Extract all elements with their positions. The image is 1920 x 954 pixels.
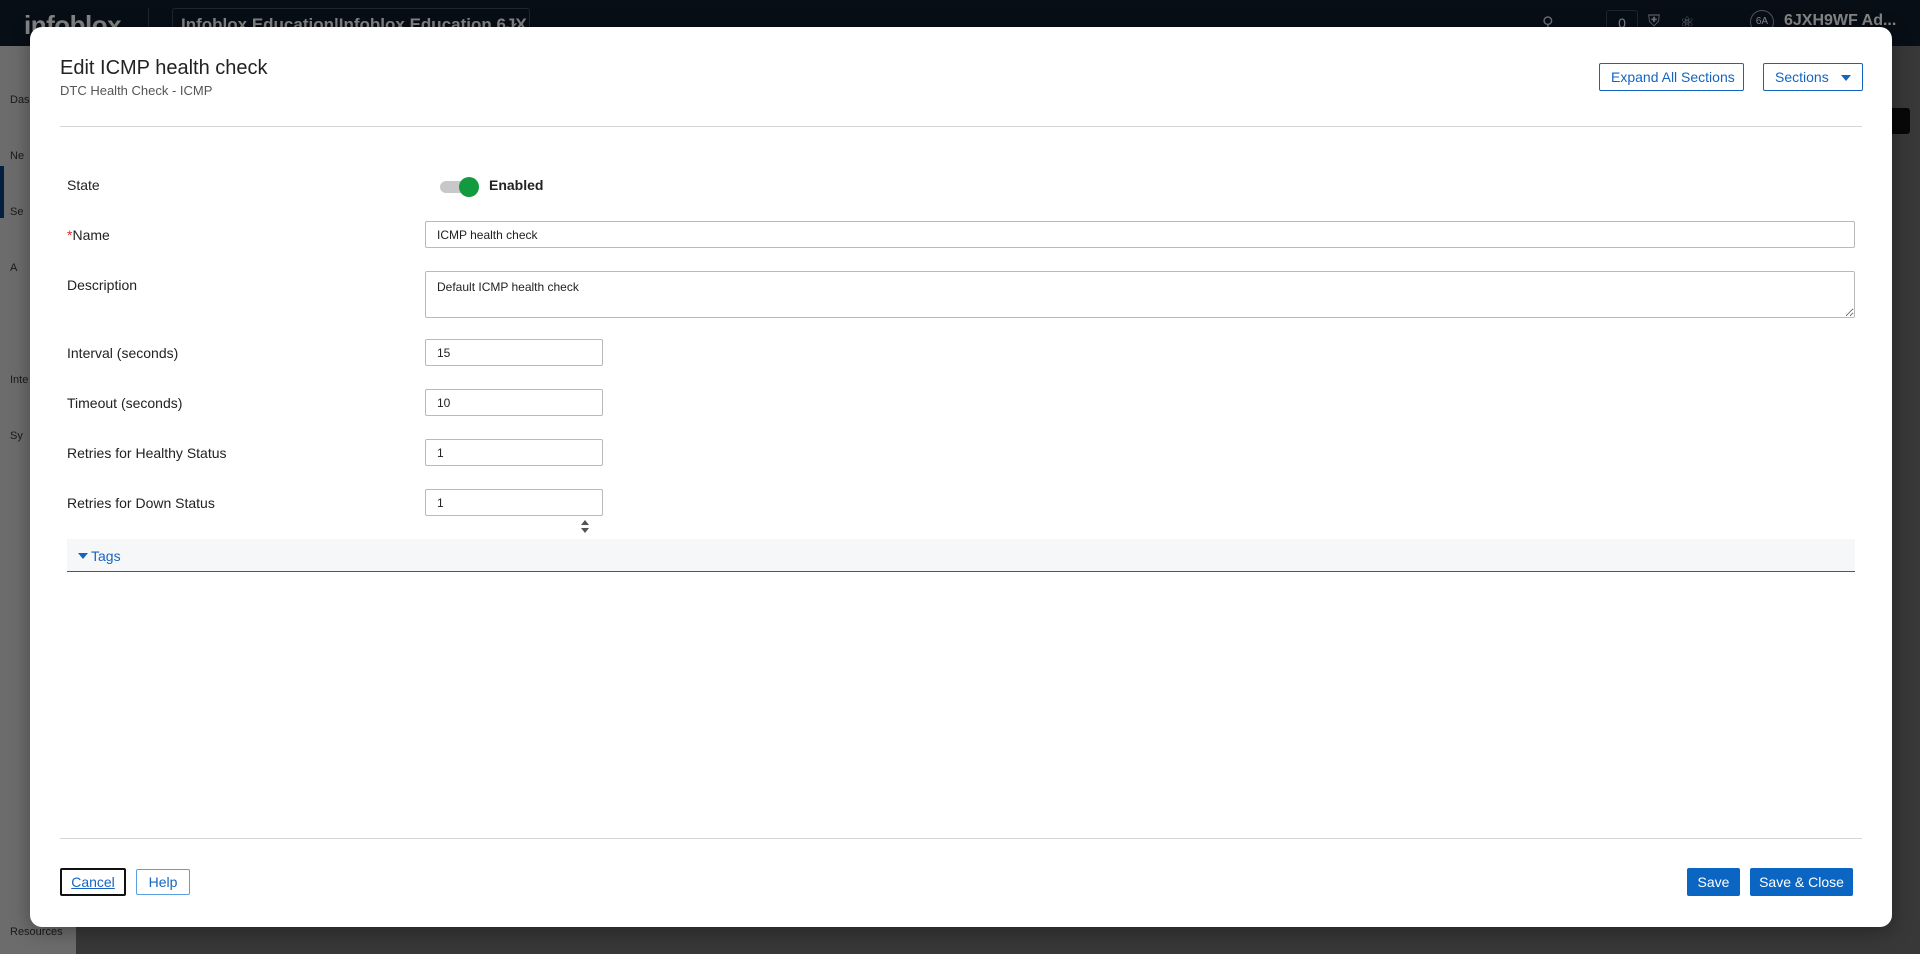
timeout-label: Timeout (seconds) bbox=[67, 395, 183, 411]
retries-healthy-label: Retries for Healthy Status bbox=[67, 445, 227, 461]
footer-divider bbox=[60, 838, 1862, 839]
interval-label: Interval (seconds) bbox=[67, 345, 179, 361]
sections-button-label: Sections bbox=[1775, 69, 1829, 85]
sections-dropdown-button[interactable]: Sections bbox=[1763, 63, 1863, 91]
retries-healthy-input[interactable] bbox=[425, 439, 603, 466]
description-label: Description bbox=[67, 277, 138, 293]
number-stepper[interactable] bbox=[578, 519, 592, 535]
stepper-up-icon[interactable] bbox=[581, 520, 589, 525]
page-subtitle: DTC Health Check - ICMP bbox=[60, 83, 213, 98]
caret-down-icon bbox=[1841, 75, 1851, 81]
interval-input[interactable] bbox=[425, 339, 603, 366]
name-input[interactable] bbox=[425, 221, 1855, 248]
tags-section-header[interactable]: Tags bbox=[67, 539, 1855, 572]
toggle-knob bbox=[459, 177, 479, 197]
description-textarea[interactable]: Default ICMP health check bbox=[425, 271, 1855, 318]
header-divider bbox=[60, 126, 1862, 127]
save-button[interactable]: Save bbox=[1687, 868, 1740, 896]
name-label: *Name bbox=[67, 227, 110, 243]
page-title: Edit ICMP health check bbox=[60, 57, 268, 79]
retries-down-input[interactable] bbox=[425, 489, 603, 516]
caret-down-icon bbox=[78, 553, 88, 559]
retries-down-label: Retries for Down Status bbox=[67, 495, 215, 511]
timeout-input[interactable] bbox=[425, 389, 603, 416]
cancel-button[interactable]: Cancel bbox=[60, 868, 126, 896]
stepper-down-icon[interactable] bbox=[581, 528, 589, 533]
help-button[interactable]: Help bbox=[136, 869, 190, 895]
edit-health-check-dialog: Edit ICMP health check DTC Health Check … bbox=[30, 27, 1892, 927]
save-and-close-button[interactable]: Save & Close bbox=[1750, 868, 1853, 896]
expand-all-sections-button[interactable]: Expand All Sections bbox=[1599, 63, 1744, 91]
tags-section-label: Tags bbox=[91, 548, 121, 564]
state-toggle[interactable] bbox=[438, 175, 480, 197]
name-label-text: Name bbox=[72, 227, 110, 243]
state-label: State bbox=[67, 177, 100, 193]
state-value: Enabled bbox=[489, 177, 544, 193]
